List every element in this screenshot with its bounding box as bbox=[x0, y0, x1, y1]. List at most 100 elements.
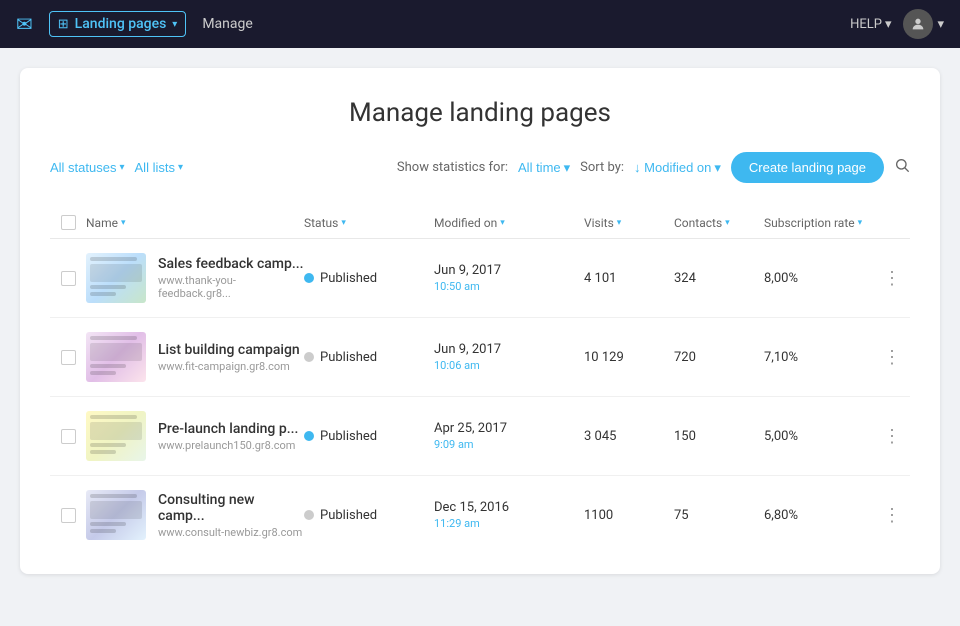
sort-by-chevron-icon: ▾ bbox=[714, 160, 721, 176]
sort-by-label: Sort by: bbox=[580, 160, 624, 175]
visits-cell-3: 1100 bbox=[584, 508, 674, 523]
name-column-header[interactable]: Name ▾ bbox=[86, 216, 304, 230]
campaign-name-1: List building campaign bbox=[158, 342, 300, 358]
date-cell-0: Jun 9, 2017 10:50 am bbox=[434, 263, 584, 293]
all-time-chevron-icon: ▾ bbox=[564, 160, 571, 176]
contacts-sort-icon: ▾ bbox=[725, 218, 730, 228]
row-actions-button-3[interactable]: ⋮ bbox=[874, 505, 910, 526]
table-body: Sales feedback camp... www.thank-you-fee… bbox=[50, 239, 910, 554]
status-label-3: Published bbox=[320, 508, 377, 523]
row-checkbox-2[interactable] bbox=[61, 429, 76, 444]
select-all-checkbox[interactable] bbox=[61, 215, 76, 230]
all-statuses-filter[interactable]: All statuses ▾ bbox=[50, 160, 125, 175]
row-checkbox-3[interactable] bbox=[61, 508, 76, 523]
thumbnail-2 bbox=[86, 411, 146, 461]
status-cell-3: Published bbox=[304, 508, 434, 523]
campaign-name-3: Consulting new camp... bbox=[158, 492, 304, 524]
all-lists-chevron-icon: ▾ bbox=[178, 162, 183, 173]
table-row: Pre-launch landing p... www.prelaunch150… bbox=[50, 397, 910, 476]
visits-cell-1: 10 129 bbox=[584, 350, 674, 365]
status-dot-3 bbox=[304, 510, 314, 520]
all-time-filter[interactable]: All time ▾ bbox=[518, 160, 570, 176]
row-checkbox-1[interactable] bbox=[61, 350, 76, 365]
campaign-url-0: www.thank-you-feedback.gr8... bbox=[158, 274, 304, 300]
contacts-column-header[interactable]: Contacts ▾ bbox=[674, 216, 764, 230]
subscription-rate-column-header[interactable]: Subscription rate ▾ bbox=[764, 216, 874, 230]
campaign-name-2: Pre-launch landing p... bbox=[158, 421, 298, 437]
table-row: List building campaign www.fit-campaign.… bbox=[50, 318, 910, 397]
contacts-cell-0: 324 bbox=[674, 271, 764, 286]
name-cell-3: Consulting new camp... www.consult-newbi… bbox=[86, 490, 304, 540]
status-column-header[interactable]: Status ▾ bbox=[304, 216, 434, 230]
landing-pages-table: Name ▾ Status ▾ Modified on ▾ Visits ▾ C… bbox=[50, 207, 910, 554]
table-header: Name ▾ Status ▾ Modified on ▾ Visits ▾ C… bbox=[50, 207, 910, 239]
subscription-rate-cell-3: 6,80% bbox=[764, 508, 874, 523]
name-cell-2: Pre-launch landing p... www.prelaunch150… bbox=[86, 411, 304, 461]
status-dot-1 bbox=[304, 352, 314, 362]
status-cell-2: Published bbox=[304, 429, 434, 444]
manage-label: Manage bbox=[202, 16, 252, 32]
status-dot-0 bbox=[304, 273, 314, 283]
name-sort-icon: ▾ bbox=[121, 218, 126, 228]
subscription-rate-cell-2: 5,00% bbox=[764, 429, 874, 444]
subscription-rate-cell-0: 8,00% bbox=[764, 271, 874, 286]
row-checkbox-0[interactable] bbox=[61, 271, 76, 286]
modified-on-column-header[interactable]: Modified on ▾ bbox=[434, 216, 584, 230]
thumbnail-0 bbox=[86, 253, 146, 303]
date-cell-1: Jun 9, 2017 10:06 am bbox=[434, 342, 584, 372]
subscription-rate-cell-1: 7,10% bbox=[764, 350, 874, 365]
landing-pages-chevron-icon: ▾ bbox=[172, 19, 177, 30]
user-menu[interactable]: ▾ bbox=[903, 9, 944, 39]
landing-pages-icon: ⊞ bbox=[58, 17, 69, 32]
all-lists-filter[interactable]: All lists ▾ bbox=[135, 160, 183, 175]
subscription-sort-icon: ▾ bbox=[858, 218, 863, 228]
status-label-1: Published bbox=[320, 350, 377, 365]
visits-cell-2: 3 045 bbox=[584, 429, 674, 444]
help-chevron-icon: ▾ bbox=[885, 17, 892, 32]
status-label-0: Published bbox=[320, 271, 377, 286]
campaign-name-0: Sales feedback camp... bbox=[158, 256, 304, 272]
thumbnail-1 bbox=[86, 332, 146, 382]
visits-sort-icon: ▾ bbox=[617, 218, 622, 228]
top-navigation: ✉ ⊞ Landing pages ▾ Manage HELP ▾ ▾ bbox=[0, 0, 960, 48]
filter-bar: All statuses ▾ All lists ▾ Show statisti… bbox=[50, 152, 910, 183]
contacts-cell-3: 75 bbox=[674, 508, 764, 523]
mail-icon: ✉ bbox=[16, 12, 33, 36]
row-actions-button-1[interactable]: ⋮ bbox=[874, 347, 910, 368]
name-cell-1: List building campaign www.fit-campaign.… bbox=[86, 332, 304, 382]
sort-by-filter[interactable]: ↓ Modified on ▾ bbox=[634, 160, 721, 176]
visits-column-header[interactable]: Visits ▾ bbox=[584, 216, 674, 230]
status-dot-2 bbox=[304, 431, 314, 441]
campaign-url-2: www.prelaunch150.gr8.com bbox=[158, 439, 298, 452]
landing-pages-label: Landing pages bbox=[75, 16, 167, 32]
name-cell-0: Sales feedback camp... www.thank-you-fee… bbox=[86, 253, 304, 303]
create-landing-page-button[interactable]: Create landing page bbox=[731, 152, 884, 183]
thumbnail-3 bbox=[86, 490, 146, 540]
all-statuses-chevron-icon: ▾ bbox=[119, 162, 124, 173]
status-cell-0: Published bbox=[304, 271, 434, 286]
table-row: Consulting new camp... www.consult-newbi… bbox=[50, 476, 910, 554]
user-chevron-icon: ▾ bbox=[937, 17, 944, 32]
date-cell-2: Apr 25, 2017 9:09 am bbox=[434, 421, 584, 451]
date-cell-3: Dec 15, 2016 11:29 am bbox=[434, 500, 584, 530]
help-label: HELP bbox=[850, 17, 882, 32]
contacts-cell-2: 150 bbox=[674, 429, 764, 444]
visits-cell-0: 4 101 bbox=[584, 271, 674, 286]
search-button[interactable] bbox=[894, 157, 910, 178]
page-title: Manage landing pages bbox=[50, 98, 910, 128]
campaign-url-3: www.consult-newbiz.gr8.com bbox=[158, 526, 304, 539]
contacts-cell-1: 720 bbox=[674, 350, 764, 365]
status-label-2: Published bbox=[320, 429, 377, 444]
help-menu[interactable]: HELP ▾ bbox=[850, 17, 891, 32]
avatar bbox=[903, 9, 933, 39]
show-stats-label: Show statistics for: bbox=[397, 160, 508, 175]
row-actions-button-0[interactable]: ⋮ bbox=[874, 268, 910, 289]
status-sort-icon: ▾ bbox=[341, 218, 346, 228]
modified-sort-icon: ▾ bbox=[500, 218, 505, 228]
status-cell-1: Published bbox=[304, 350, 434, 365]
landing-pages-nav-item[interactable]: ⊞ Landing pages ▾ bbox=[49, 11, 187, 37]
row-actions-button-2[interactable]: ⋮ bbox=[874, 426, 910, 447]
main-container: Manage landing pages All statuses ▾ All … bbox=[20, 68, 940, 574]
topnav-right: HELP ▾ ▾ bbox=[850, 9, 944, 39]
campaign-url-1: www.fit-campaign.gr8.com bbox=[158, 360, 300, 373]
